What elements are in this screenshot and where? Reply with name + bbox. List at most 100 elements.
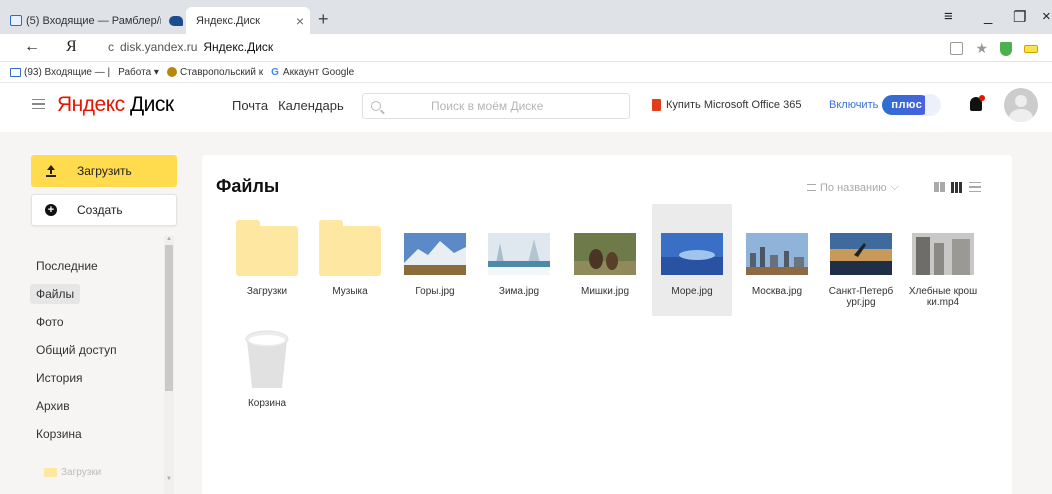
sidebar-item-photos[interactable]: Фото bbox=[30, 312, 70, 332]
google-icon: G bbox=[271, 67, 279, 78]
header-nav: Почта Календарь bbox=[232, 98, 344, 113]
address-bar-icons: ★ bbox=[950, 40, 1038, 57]
sidebar-item-trash[interactable]: Корзина bbox=[30, 424, 88, 444]
bookmark-inbox[interactable]: (93) Входящие — | bbox=[10, 67, 110, 78]
folder-tree-item[interactable]: Загрузки bbox=[44, 467, 101, 478]
view-tiles-icon[interactable] bbox=[951, 182, 963, 193]
file-item-sea[interactable]: Море.jpg bbox=[652, 204, 732, 316]
battery-icon[interactable] bbox=[1024, 44, 1038, 53]
minimize-icon[interactable]: _ bbox=[984, 8, 992, 25]
image-thumbnail bbox=[404, 233, 466, 275]
bookmark-stavropol[interactable]: Ставропольский к bbox=[166, 67, 263, 78]
folder-icon bbox=[236, 220, 298, 276]
folder-tree-label: Загрузки bbox=[61, 467, 102, 478]
scroll-up-arrow-icon[interactable]: ▲ bbox=[166, 236, 172, 242]
notifications-bell-icon[interactable] bbox=[970, 95, 985, 111]
file-name: Корзина bbox=[247, 398, 287, 409]
view-large-tiles-icon[interactable] bbox=[934, 182, 945, 192]
plus-circle-icon: + bbox=[45, 204, 57, 216]
back-arrow-icon[interactable]: ← bbox=[24, 38, 40, 56]
nav-calendar-link[interactable]: Календарь bbox=[278, 98, 344, 113]
bookmarks-bar: (93) Входящие — | Работа ▾ Ставропольски… bbox=[0, 63, 1052, 83]
tab-label: Яндекс.Диск bbox=[196, 14, 260, 27]
plus-toggle bbox=[925, 94, 942, 116]
create-label: Создать bbox=[77, 203, 123, 217]
tab-rambler-mail[interactable]: (5) Входящие — Рамблер/п bbox=[10, 7, 185, 34]
search-placeholder: Поиск в моём Диске bbox=[431, 99, 544, 113]
address-title: Яндекс.Диск bbox=[203, 40, 274, 54]
site-icon bbox=[166, 67, 177, 78]
image-thumbnail bbox=[574, 233, 636, 275]
files-panel bbox=[202, 155, 1012, 494]
protect-shield-icon[interactable] bbox=[1000, 41, 1012, 56]
yandex-disk-logo[interactable]: Яндекс Диск bbox=[57, 93, 174, 117]
search-icon bbox=[371, 101, 381, 111]
yandex-button[interactable]: Я bbox=[66, 38, 77, 56]
buy-office-link[interactable]: Купить Microsoft Office 365 bbox=[652, 99, 801, 111]
sort-label: По названию bbox=[820, 181, 887, 194]
sidebar-item-files[interactable]: Файлы bbox=[30, 284, 81, 304]
create-button[interactable]: + Создать bbox=[31, 194, 177, 226]
file-item-folder-downloads[interactable]: Загрузки bbox=[230, 208, 304, 312]
reload-icon[interactable]: c bbox=[108, 40, 114, 54]
close-tab-icon[interactable]: × bbox=[296, 13, 304, 29]
bookmark-work[interactable]: Работа ▾ bbox=[118, 67, 159, 78]
sidebar-item-history[interactable]: История bbox=[30, 368, 89, 388]
menu-burger-icon[interactable] bbox=[32, 99, 45, 109]
bookmark-star-icon[interactable]: ★ bbox=[975, 40, 988, 57]
new-tab-button[interactable]: + bbox=[318, 9, 329, 30]
sort-icon bbox=[807, 184, 816, 191]
image-thumbnail bbox=[830, 233, 892, 275]
image-thumbnail bbox=[746, 233, 808, 275]
logo-disk: Диск bbox=[124, 93, 174, 116]
avatar[interactable] bbox=[1004, 88, 1038, 122]
restore-icon[interactable]: ❐ bbox=[1013, 8, 1026, 26]
sort-dropdown[interactable]: По названию ⌵ bbox=[807, 181, 899, 194]
video-thumbnail bbox=[912, 233, 974, 275]
plus-badge: плюс bbox=[882, 95, 932, 115]
upload-icon bbox=[45, 165, 57, 177]
file-name: Музыка bbox=[332, 286, 368, 297]
tab-yandex-disk[interactable]: Яндекс.Диск × bbox=[186, 7, 310, 34]
folder-icon bbox=[44, 468, 57, 477]
browser-menu-icon[interactable]: ≡ bbox=[944, 8, 953, 25]
office-label: Купить Microsoft Office 365 bbox=[666, 99, 802, 111]
trash-icon bbox=[245, 330, 289, 388]
file-name: Хлебные крош ки.mp4 bbox=[908, 286, 978, 308]
file-name: Мишки.jpg bbox=[580, 286, 630, 297]
enable-plus-button[interactable]: Включить плюс bbox=[829, 94, 942, 116]
bookmark-label: Аккаунт Google bbox=[282, 67, 355, 78]
close-window-icon[interactable]: × bbox=[1042, 8, 1051, 25]
view-list-icon[interactable] bbox=[969, 182, 981, 192]
bookmark-google[interactable]: G Аккаунт Google bbox=[271, 67, 354, 78]
file-item-breadcrumbs-video[interactable]: Хлебные крош ки.mp4 bbox=[906, 208, 980, 312]
mail-icon bbox=[10, 67, 21, 77]
sidebar-item-archive[interactable]: Архив bbox=[30, 396, 76, 416]
file-name: Море.jpg bbox=[671, 286, 713, 297]
search-input[interactable]: Поиск в моём Диске bbox=[362, 93, 630, 119]
file-item-mountains[interactable]: Горы.jpg bbox=[398, 208, 472, 312]
page-title: Файлы bbox=[216, 176, 280, 196]
file-item-spb[interactable]: Санкт-Петерб ург.jpg bbox=[824, 208, 898, 312]
upload-button[interactable]: Загрузить bbox=[31, 155, 177, 187]
nav-mail-link[interactable]: Почта bbox=[232, 98, 268, 113]
sidebar-scroll-thumb[interactable] bbox=[165, 245, 173, 391]
reader-mode-icon[interactable] bbox=[950, 42, 964, 55]
file-name: Загрузки bbox=[246, 286, 288, 297]
sidebar-item-shared[interactable]: Общий доступ bbox=[30, 340, 123, 360]
file-item-bears[interactable]: Мишки.jpg bbox=[568, 208, 642, 312]
sidebar-item-recent[interactable]: Последние bbox=[30, 256, 104, 276]
mail-icon bbox=[10, 15, 22, 26]
file-item-moscow[interactable]: Москва.jpg bbox=[740, 208, 814, 312]
file-name: Горы.jpg bbox=[415, 286, 455, 297]
file-item-trash[interactable]: Корзина bbox=[230, 320, 304, 424]
scroll-down-arrow-icon[interactable]: ▼ bbox=[166, 476, 172, 482]
file-name: Москва.jpg bbox=[751, 286, 803, 297]
address-field[interactable]: c disk.yandex.ru Яндекс.Диск bbox=[108, 40, 273, 54]
tab-label: (5) Входящие — Рамблер/п bbox=[26, 14, 161, 27]
chevron-down-icon: ⌵ bbox=[890, 181, 899, 193]
file-item-folder-music[interactable]: Музыка bbox=[313, 208, 387, 312]
file-item-winter[interactable]: Зима.jpg bbox=[482, 208, 556, 312]
bookmark-label: (93) Входящие — | bbox=[24, 67, 111, 78]
file-name: Санкт-Петерб ург.jpg bbox=[828, 286, 894, 308]
